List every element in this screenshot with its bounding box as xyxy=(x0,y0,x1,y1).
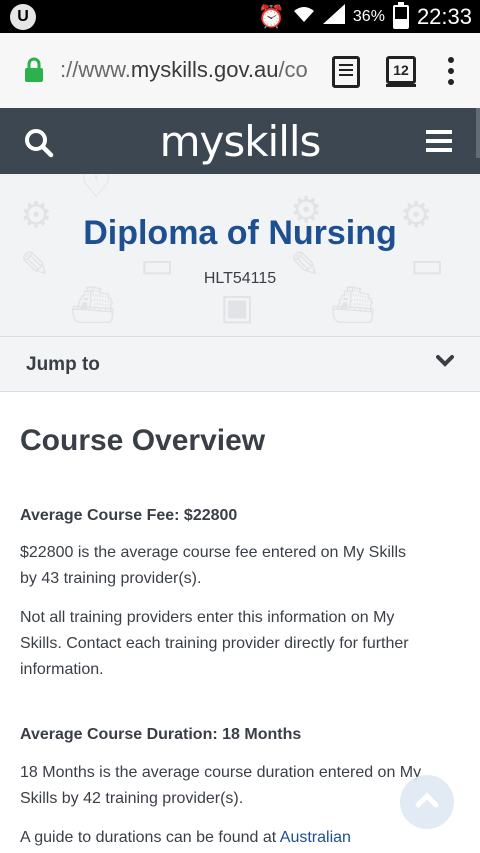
page-title: Diploma of Nursing xyxy=(83,214,397,252)
tab-switcher-underline xyxy=(386,84,416,87)
battery-percent: 36% xyxy=(352,7,385,25)
url-host: myskills.gov.au xyxy=(130,57,279,82)
jump-to-label: Jump to xyxy=(26,354,100,375)
course-hero: ⚙ ♡ ⚙ ⚙ ✎ ▭ ✎ ▭ ⛴ ▣ ⛴ Diploma of Nursing… xyxy=(0,174,480,336)
page-scrollbar[interactable] xyxy=(476,108,480,158)
chevron-down-icon[interactable] xyxy=(436,354,454,373)
status-bar: U ⏰ 36% 22:33 xyxy=(0,0,480,33)
ship-icon: ⛴ xyxy=(70,284,116,325)
train-icon: ▣ xyxy=(220,286,255,327)
duration-line: Skills by 42 training provider(s). xyxy=(20,790,244,807)
note-line: Skills. Contact each training provider d… xyxy=(20,635,409,652)
chevron-up-icon xyxy=(415,791,439,813)
status-icons: ⏰ 36% 22:33 xyxy=(257,0,472,33)
battery-icon xyxy=(392,1,409,29)
duration-description: 18 Months is the average course duration… xyxy=(20,760,452,812)
fee-description: $22800 is the average course fee entered… xyxy=(20,540,452,592)
guide-link[interactable]: Australian xyxy=(280,829,351,846)
note-line: information. xyxy=(20,661,104,678)
duration-guide: A guide to durations can be found at Aus… xyxy=(20,825,452,851)
signal-icon xyxy=(322,3,345,30)
site-header: myskills xyxy=(0,108,480,174)
url-prefix: ://www. xyxy=(60,57,131,82)
wifi-icon xyxy=(293,4,315,30)
fee-line: $22800 is the average course fee entered… xyxy=(20,544,407,561)
site-logo[interactable]: myskills xyxy=(0,117,480,166)
reader-mode-icon[interactable] xyxy=(332,56,360,88)
course-code: HLT54115 xyxy=(203,270,277,287)
section-title: Course Overview xyxy=(20,424,266,457)
back-to-top-button[interactable] xyxy=(400,775,454,829)
address-bar[interactable]: ://www.myskills.gov.au/co xyxy=(60,57,312,87)
fee-line: by 43 training provider(s). xyxy=(20,570,202,587)
browser-toolbar: ://www.myskills.gov.au/co 12 xyxy=(0,33,480,109)
lock-icon[interactable] xyxy=(23,57,45,88)
overflow-menu-icon[interactable] xyxy=(448,57,456,90)
clock: 22:33 xyxy=(416,3,472,29)
heart-icon: ♡ xyxy=(80,174,113,205)
alarm-icon: ⏰ xyxy=(257,3,285,29)
fee-note: Not all training providers enter this in… xyxy=(20,605,452,683)
guide-text: A guide to durations can be found at xyxy=(20,829,280,846)
menu-icon[interactable] xyxy=(426,130,452,157)
note-line: Not all training providers enter this in… xyxy=(20,609,395,626)
app-notification-icon: U xyxy=(10,4,36,30)
jump-to-dropdown[interactable]: Jump to xyxy=(0,336,480,392)
tab-switcher-button[interactable]: 12 xyxy=(386,56,416,84)
tab-count: 12 xyxy=(393,62,409,78)
fee-heading: Average Course Fee: $22800 xyxy=(20,507,238,524)
duration-heading: Average Course Duration: 18 Months xyxy=(20,726,302,743)
duration-line: 18 Months is the average course duration… xyxy=(20,764,422,781)
url-rest: /co xyxy=(278,57,308,82)
ship-icon: ⛴ xyxy=(330,284,376,325)
